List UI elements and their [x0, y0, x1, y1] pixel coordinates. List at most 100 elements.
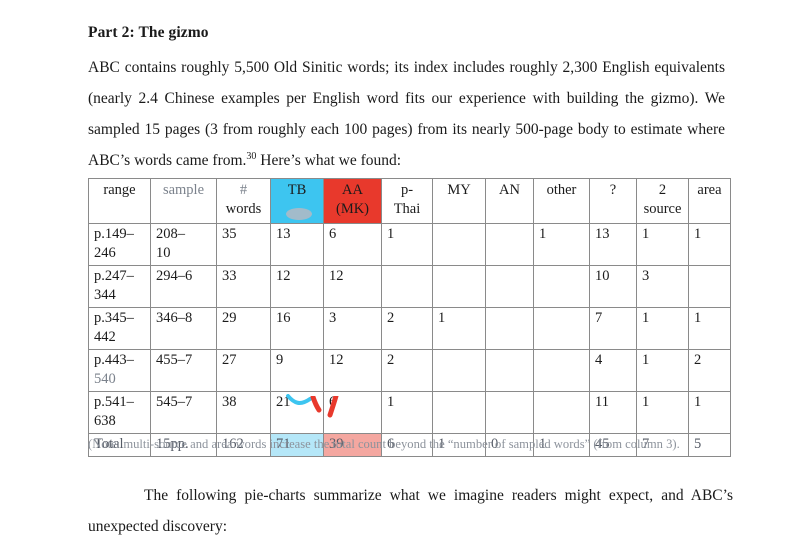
cell-words: 33 [216, 265, 271, 308]
cell-p-thai: 1 [381, 391, 433, 434]
header-range: range [88, 178, 151, 224]
cell-sample-line1: 545–7 [156, 394, 193, 410]
cell-aa: 12 [323, 265, 382, 308]
cell-tb: 13 [270, 223, 324, 266]
cell-other [533, 391, 590, 434]
cell-aa: 3 [323, 307, 382, 350]
header-sample-line1: sample [162, 182, 205, 198]
cell-area: 1 [688, 307, 731, 350]
cell-words: 38 [216, 391, 271, 434]
table-row: p.541– 638 545–7 38 21 6 1 11 1 1 [88, 391, 731, 434]
section-heading: Part 2: The gizmo [88, 24, 209, 41]
cell-p-thai: 1 [381, 223, 433, 266]
cell-two-source: 1 [636, 349, 689, 392]
header-two-source-line2: source [643, 201, 682, 217]
cell-area: 1 [688, 391, 731, 434]
cell-an [485, 223, 534, 266]
cell-range-line1: p.149– [94, 226, 134, 242]
table-row: p.443– 540 455–7 27 9 12 2 4 1 2 [88, 349, 731, 392]
header-aa-line1: AA [342, 182, 363, 198]
cell-unknown: 4 [589, 349, 637, 392]
header-range-line1: range [103, 182, 136, 198]
cell-my [432, 223, 486, 266]
sample-table-container: range sample # words TB AA (MK) p- Thai … [88, 178, 731, 457]
cell-other [533, 307, 590, 350]
table-row: p.247– 344 294–6 33 12 12 10 3 [88, 265, 731, 308]
cell-area: 1 [688, 223, 731, 266]
cell-my [432, 265, 486, 308]
cell-words: 35 [216, 223, 271, 266]
cell-sample: 346–8 [150, 307, 217, 350]
header-area-line1: area [697, 182, 722, 198]
cell-unknown: 13 [589, 223, 637, 266]
header-tb: TB [270, 178, 324, 224]
cell-two-source: 3 [636, 265, 689, 308]
cell-unknown: 7 [589, 307, 637, 350]
header-an-line1: AN [499, 182, 520, 198]
table-row: p.345– 442 346–8 29 16 3 2 1 7 1 1 [88, 307, 731, 350]
header-other-line1: other [546, 182, 577, 198]
header-an: AN [485, 178, 534, 224]
header-p-thai: p- Thai [381, 178, 433, 224]
cell-range-line2: 540 [94, 371, 116, 387]
cell-other [533, 349, 590, 392]
cell-two-source: 1 [636, 223, 689, 266]
cell-range-line1: p.443– [94, 352, 134, 368]
cell-an [485, 265, 534, 308]
cell-range: p.247– 344 [88, 265, 151, 308]
cell-unknown: 10 [589, 265, 637, 308]
cell-range: p.345– 442 [88, 307, 151, 350]
cell-an [485, 391, 534, 434]
intro-paragraph-text: ABC contains roughly 5,500 Old Sinitic w… [88, 59, 725, 169]
cell-range: p.149– 246 [88, 223, 151, 266]
footnote-marker: 30 [246, 150, 257, 162]
cell-range-line2: 344 [94, 287, 116, 303]
cell-sample: 455–7 [150, 349, 217, 392]
cell-sample-line1: 294–6 [156, 268, 193, 284]
cell-range: p.443– 540 [88, 349, 151, 392]
closing-paragraph: The following pie-charts summarize what … [88, 487, 733, 535]
header-aa: AA (MK) [323, 178, 382, 224]
cell-other: 1 [533, 223, 590, 266]
cell-tb: 21 [270, 391, 324, 434]
cell-area [688, 265, 731, 308]
cell-range-line2: 638 [94, 413, 116, 429]
header-my-line1: MY [447, 182, 471, 198]
document-page: Part 2: The gizmo ABC contains roughly 5… [0, 0, 812, 538]
cell-range: p.541– 638 [88, 391, 151, 434]
cell-other [533, 265, 590, 308]
cell-sample-line1: 208– [156, 226, 185, 242]
cell-sample: 545–7 [150, 391, 217, 434]
table-row: p.149– 246 208– 10 35 13 6 1 1 13 1 1 [88, 223, 731, 266]
cell-my: 1 [432, 307, 486, 350]
header-area: area [688, 178, 731, 224]
cell-two-source: 1 [636, 307, 689, 350]
cell-tb: 16 [270, 307, 324, 350]
header-unknown: ? [589, 178, 637, 224]
header-words-line1: # [239, 182, 248, 198]
cell-words: 29 [216, 307, 271, 350]
header-other: other [533, 178, 590, 224]
intro-paragraph-tail: Here’s what we found: [256, 152, 402, 169]
cell-p-thai: 2 [381, 307, 433, 350]
cell-aa: 6 [323, 391, 382, 434]
table-header-row: range sample # words TB AA (MK) p- Thai … [88, 178, 731, 224]
header-words: # words [216, 178, 271, 224]
header-sample: sample [150, 178, 217, 224]
cell-aa: 6 [323, 223, 382, 266]
header-two-source-line1: 2 [658, 182, 667, 198]
cell-an [485, 307, 534, 350]
cell-area: 2 [688, 349, 731, 392]
cell-an [485, 349, 534, 392]
header-two-source: 2 source [636, 178, 689, 224]
cell-unknown: 11 [589, 391, 637, 434]
header-tb-line1: TB [287, 182, 307, 198]
header-words-line2: words [225, 201, 262, 217]
cell-p-thai [381, 265, 433, 308]
header-p-thai-line1: p- [400, 182, 414, 198]
cell-range-line1: p.541– [94, 394, 134, 410]
cell-words: 27 [216, 349, 271, 392]
header-aa-line2: (MK) [335, 201, 370, 217]
header-my: MY [432, 178, 486, 224]
cell-tb: 12 [270, 265, 324, 308]
